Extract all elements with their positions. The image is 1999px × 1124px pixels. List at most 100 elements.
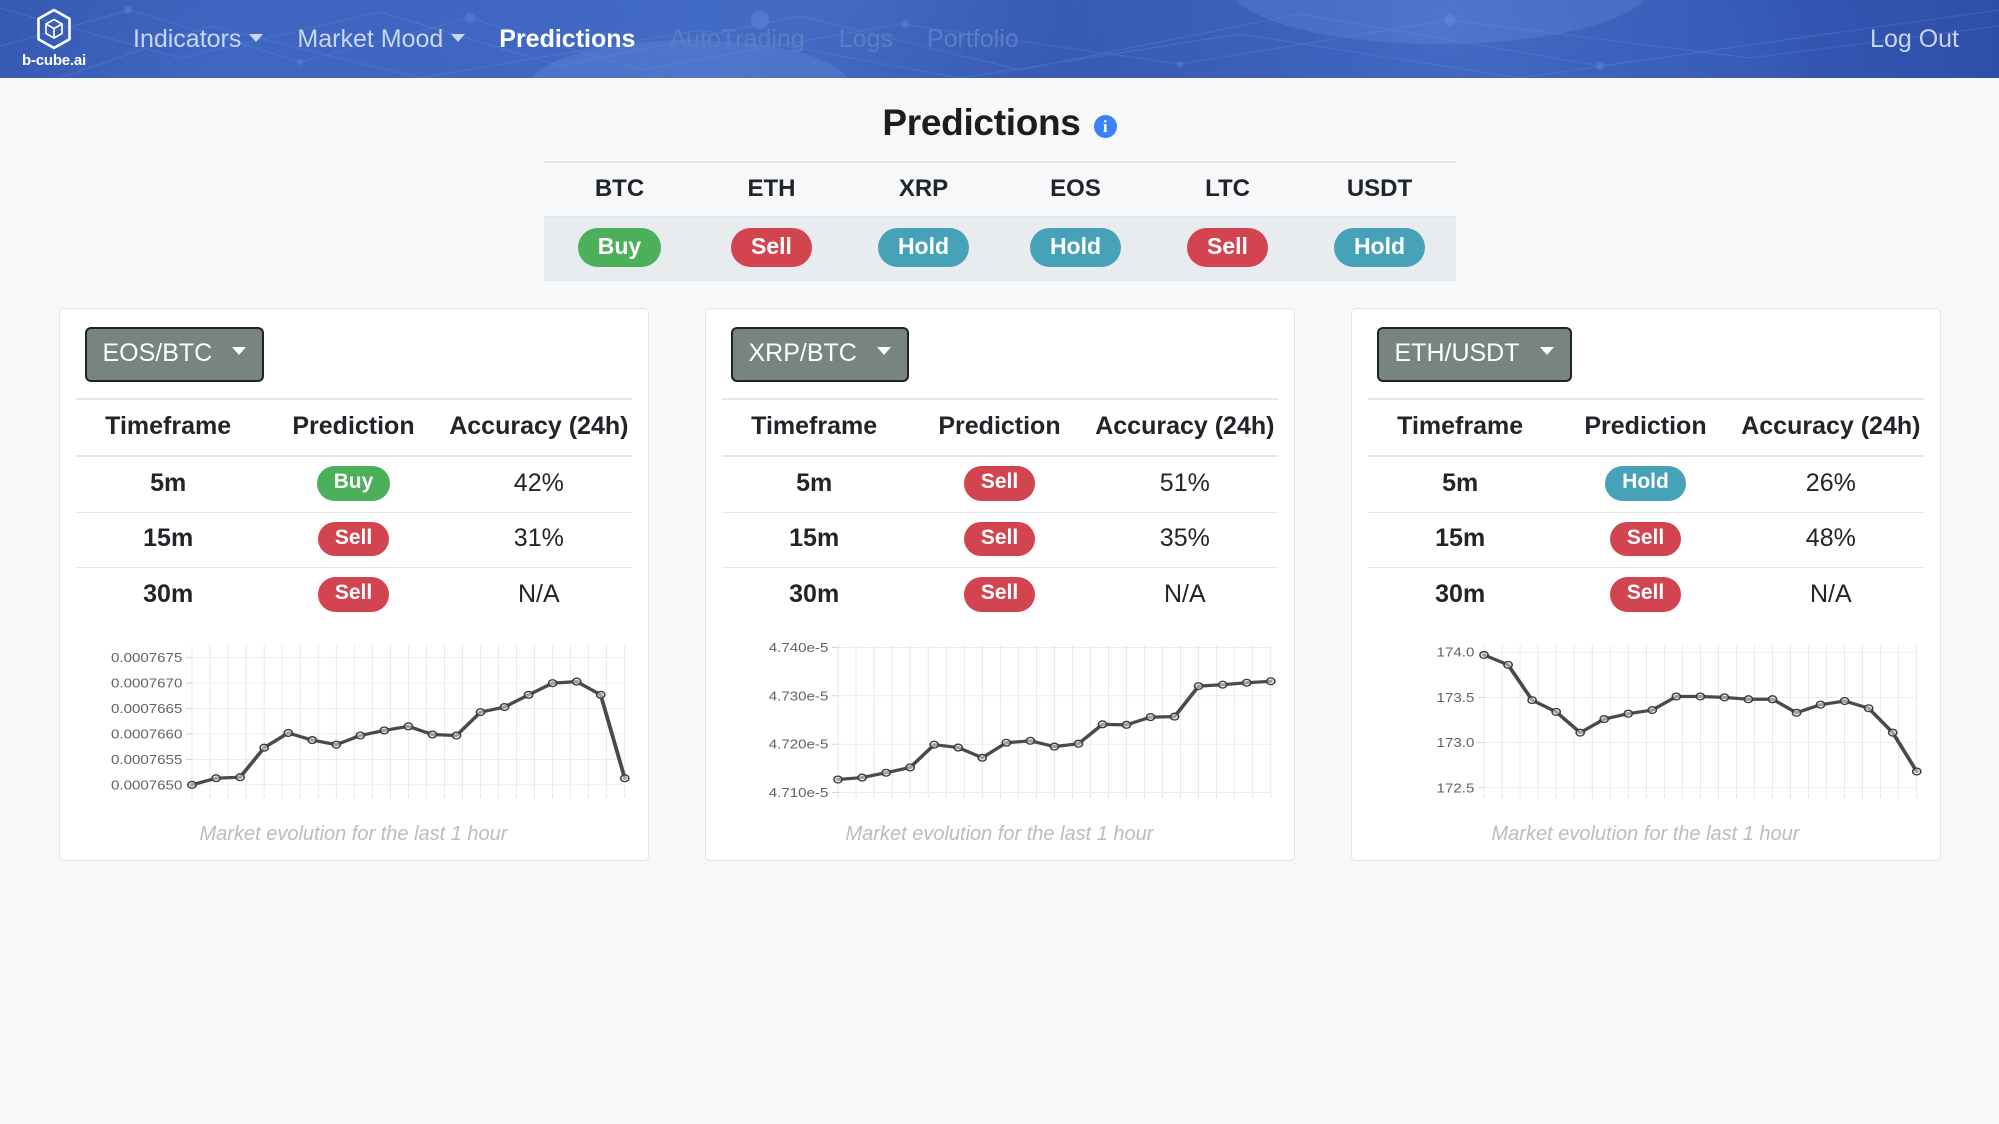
chart-caption: Market evolution for the last 1 hour bbox=[199, 822, 508, 845]
summary-signal-cell: Sell bbox=[1151, 217, 1304, 281]
cell-prediction: Sell bbox=[906, 512, 1093, 569]
chart-caption: Market evolution for the last 1 hour bbox=[845, 822, 1154, 845]
nav-item-logs[interactable]: Logs bbox=[822, 0, 910, 78]
table-row: 15m Sell 31% bbox=[75, 512, 632, 569]
table-row: 5m Hold 26% bbox=[1367, 455, 1924, 513]
column-header-accuracy: Accuracy (24h) bbox=[1738, 397, 1924, 457]
top-navbar: b-cube.ai Indicators Market Mood Predict… bbox=[0, 0, 1999, 78]
pair-selector-dropdown[interactable]: ETH/USDT bbox=[1376, 326, 1572, 382]
chart-caption: Market evolution for the last 1 hour bbox=[1491, 822, 1800, 845]
summary-signal-row: Buy Sell Hold Hold Sell Hold bbox=[543, 217, 1456, 281]
svg-text:4.730e-5: 4.730e-5 bbox=[768, 688, 828, 702]
timeframe-table: Timeframe Prediction Accuracy (24h) 5m S… bbox=[721, 397, 1278, 623]
nav-item-autotrading[interactable]: AutoTrading bbox=[652, 0, 821, 78]
nav-item-portfolio[interactable]: Portfolio bbox=[910, 0, 1036, 78]
table-row: 30m Sell N/A bbox=[1368, 568, 1924, 623]
status-badge: Hold bbox=[1029, 228, 1122, 267]
pair-selector-dropdown[interactable]: XRP/BTC bbox=[730, 326, 909, 382]
nav-item-market-mood[interactable]: Market Mood bbox=[280, 0, 482, 78]
cell-prediction: Sell bbox=[1553, 568, 1738, 623]
market-evolution-chart: 4.710e-5 4.720e-5 4.730e-5 4.740e-5 Market … bbox=[722, 637, 1278, 850]
summary-header-row: BTC ETH XRP EOS LTC USDT bbox=[543, 161, 1456, 218]
status-badge: Buy bbox=[316, 465, 391, 501]
cell-accuracy: 42% bbox=[446, 455, 632, 513]
table-row: 15m Sell 35% bbox=[721, 512, 1278, 569]
table-row: 15m Sell 48% bbox=[1367, 512, 1924, 569]
cell-accuracy: 48% bbox=[1738, 512, 1924, 569]
line-chart-2: 172.5 173.0 173.5 174.0 bbox=[1436, 644, 1922, 798]
column-header-timeframe: Timeframe bbox=[721, 397, 907, 457]
chevron-down-icon bbox=[1539, 347, 1554, 356]
nav-menu: Indicators Market Mood Predictions AutoT… bbox=[116, 0, 1036, 78]
brand-name: b-cube.ai bbox=[21, 52, 87, 69]
summary-signal-cell: Sell bbox=[695, 217, 848, 281]
cell-accuracy: N/A bbox=[1809, 580, 1852, 608]
svg-text:174.0: 174.0 bbox=[1436, 645, 1474, 659]
cell-prediction: Sell bbox=[1552, 512, 1739, 569]
pair-selector-label: XRP/BTC bbox=[748, 338, 857, 367]
svg-text:0.0007660: 0.0007660 bbox=[110, 727, 182, 741]
status-badge: Hold bbox=[877, 228, 970, 267]
summary-signal-cell: Hold bbox=[847, 217, 1000, 281]
table-header-row: Timeframe Prediction Accuracy (24h) bbox=[75, 397, 632, 457]
table-row: 5m Buy 42% bbox=[75, 455, 632, 513]
line-chart-1: 4.710e-5 4.720e-5 4.730e-5 4.740e-5 bbox=[768, 640, 1276, 800]
logout-button[interactable]: Log Out bbox=[1870, 0, 1959, 78]
hexagon-cube-logo-icon bbox=[37, 8, 71, 50]
pair-selector-label: ETH/USDT bbox=[1394, 338, 1520, 367]
cell-accuracy: N/A bbox=[517, 580, 560, 608]
table-row: 30m Sell N/A bbox=[722, 568, 1278, 623]
prediction-cards-row: EOS/BTC Timeframe Prediction Accuracy (2… bbox=[0, 307, 1999, 861]
nav-item-indicators[interactable]: Indicators bbox=[116, 0, 280, 78]
status-badge: Sell bbox=[1609, 521, 1682, 557]
column-header-prediction: Prediction bbox=[1552, 397, 1739, 457]
status-badge: Sell bbox=[1609, 577, 1682, 612]
cell-timeframe: 15m bbox=[75, 512, 261, 569]
cell-accuracy: 31% bbox=[446, 512, 632, 569]
cell-prediction: Sell bbox=[261, 568, 446, 623]
column-header-accuracy: Accuracy (24h) bbox=[1092, 397, 1278, 457]
cell-timeframe: 30m bbox=[789, 580, 840, 608]
table-header-row: Timeframe Prediction Accuracy (24h) bbox=[1367, 397, 1924, 457]
table-header-row: Timeframe Prediction Accuracy (24h) bbox=[721, 397, 1278, 457]
svg-text:4.720e-5: 4.720e-5 bbox=[768, 737, 828, 751]
chevron-down-icon bbox=[232, 347, 247, 356]
column-header-prediction: Prediction bbox=[906, 397, 1093, 457]
status-badge: Hold bbox=[1333, 228, 1426, 267]
summary-signals-table: BTC ETH XRP EOS LTC USDT Buy Sell Hold H… bbox=[543, 161, 1456, 281]
market-evolution-chart: 0.0007650 0.0007655 0.0007660 0.0007665 0.00… bbox=[76, 637, 632, 850]
brand-logo[interactable]: b-cube.ai bbox=[0, 7, 108, 71]
cell-timeframe: 5m bbox=[721, 455, 907, 513]
svg-text:4.740e-5: 4.740e-5 bbox=[768, 640, 828, 654]
cell-accuracy: 51% bbox=[1092, 455, 1278, 513]
cell-timeframe: 5m bbox=[75, 455, 261, 513]
column-header-timeframe: Timeframe bbox=[1367, 397, 1553, 457]
nav-item-predictions[interactable]: Predictions bbox=[482, 0, 652, 78]
summary-asset-header: USDT bbox=[1303, 161, 1456, 218]
cell-timeframe: 15m bbox=[1367, 512, 1553, 569]
table-row: 30m Sell N/A bbox=[76, 568, 632, 623]
cell-prediction: Buy bbox=[260, 455, 447, 513]
pair-selector-dropdown[interactable]: EOS/BTC bbox=[84, 326, 265, 382]
line-chart-0: 0.0007650 0.0007655 0.0007660 0.0007665 0.00… bbox=[110, 644, 630, 798]
market-evolution-chart: 172.5 173.0 173.5 174.0 Market evolution fo… bbox=[1368, 637, 1924, 850]
info-circle-icon[interactable]: i bbox=[1093, 114, 1117, 138]
page-title: Predictions i bbox=[882, 102, 1117, 144]
status-badge: Sell bbox=[963, 521, 1036, 557]
status-badge: Sell bbox=[317, 521, 390, 557]
chevron-down-icon bbox=[451, 34, 466, 43]
svg-text:0.0007665: 0.0007665 bbox=[110, 701, 182, 715]
chevron-down-icon bbox=[876, 347, 891, 356]
summary-signal-cell: Hold bbox=[999, 217, 1152, 281]
cell-timeframe: 30m bbox=[143, 580, 194, 608]
summary-asset-header: EOS bbox=[999, 161, 1152, 218]
svg-text:0.0007650: 0.0007650 bbox=[110, 777, 182, 791]
status-badge: Sell bbox=[1187, 228, 1268, 267]
column-header-accuracy: Accuracy (24h) bbox=[446, 397, 632, 457]
summary-signals-container: BTC ETH XRP EOS LTC USDT Buy Sell Hold H… bbox=[543, 161, 1456, 281]
cell-accuracy: 26% bbox=[1738, 455, 1924, 513]
status-badge: Sell bbox=[731, 228, 812, 267]
svg-text:0.0007670: 0.0007670 bbox=[110, 676, 182, 690]
prediction-card: EOS/BTC Timeframe Prediction Accuracy (2… bbox=[58, 307, 649, 861]
summary-asset-header: BTC bbox=[543, 161, 696, 218]
